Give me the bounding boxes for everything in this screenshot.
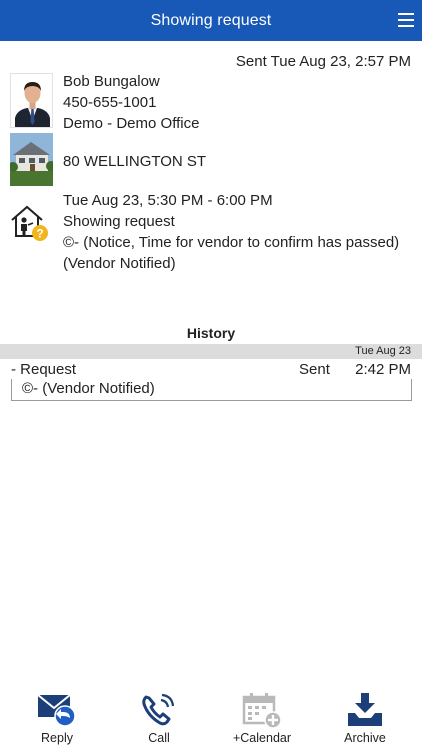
history-heading: History <box>186 325 236 341</box>
header-bar: Showing request <box>0 0 422 41</box>
archive-label: Archive <box>344 731 386 745</box>
sent-timestamp: Sent Tue Aug 23, 2:57 PM <box>235 53 411 70</box>
appointment-info: Tue Aug 23, 5:30 PM - 6:00 PM Showing re… <box>63 190 408 274</box>
appointment-row: ? Tue Aug 23, 5:30 PM - 6:00 PM Showing … <box>0 190 422 280</box>
archive-button[interactable]: Archive <box>325 685 405 750</box>
appointment-time: Tue Aug 23, 5:30 PM - 6:00 PM <box>63 192 273 209</box>
agent-phone[interactable]: 450-655-1001 <box>63 92 199 113</box>
hamburger-menu-icon[interactable] <box>398 13 414 27</box>
history-entry: - Request Sent 2:42 PM ©- (Vendor Notifi… <box>0 360 422 404</box>
reply-button[interactable]: Reply <box>17 685 97 750</box>
property-info: 80 WELLINGTON ST <box>63 151 206 172</box>
history-entry-time: 2:42 PM <box>355 361 411 378</box>
svg-text:?: ? <box>36 227 43 241</box>
history-date-bar: Tue Aug 23 <box>0 344 422 359</box>
phone-call-icon <box>139 691 179 729</box>
agent-row: Bob Bungalow 450-655-1001 Demo - Demo Of… <box>0 71 422 134</box>
property-address[interactable]: 80 WELLINGTON ST <box>63 151 206 172</box>
agent-photo <box>10 73 53 128</box>
history-date: Tue Aug 23 <box>355 345 411 357</box>
history-entry-status: Sent <box>299 361 330 378</box>
add-calendar-button[interactable]: +Calendar <box>222 685 302 750</box>
appointment-notice: ©- (Notice, Time for vendor to confirm h… <box>63 234 400 272</box>
archive-download-icon <box>345 691 385 729</box>
call-button[interactable]: Call <box>119 685 199 750</box>
agent-office: Demo - Demo Office <box>63 115 200 132</box>
property-row[interactable]: 80 WELLINGTON ST <box>0 133 422 189</box>
house-question-icon: ? <box>10 202 50 242</box>
property-photo <box>10 133 53 186</box>
call-label: Call <box>148 731 170 745</box>
agent-name: Bob Bungalow <box>63 73 160 90</box>
history-entry-label: - Request <box>11 361 77 378</box>
appointment-type: Showing request <box>63 213 175 230</box>
reply-mail-icon <box>37 691 77 729</box>
bottom-toolbar: Reply Call +Calendar Archive <box>0 685 422 750</box>
agent-info: Bob Bungalow 450-655-1001 Demo - Demo Of… <box>63 71 199 134</box>
history-entry-detail: ©- (Vendor Notified) <box>11 379 412 401</box>
page-title: Showing request <box>150 11 272 29</box>
reply-label: Reply <box>41 731 73 745</box>
add-calendar-label: +Calendar <box>232 731 292 745</box>
calendar-add-icon <box>242 691 282 729</box>
